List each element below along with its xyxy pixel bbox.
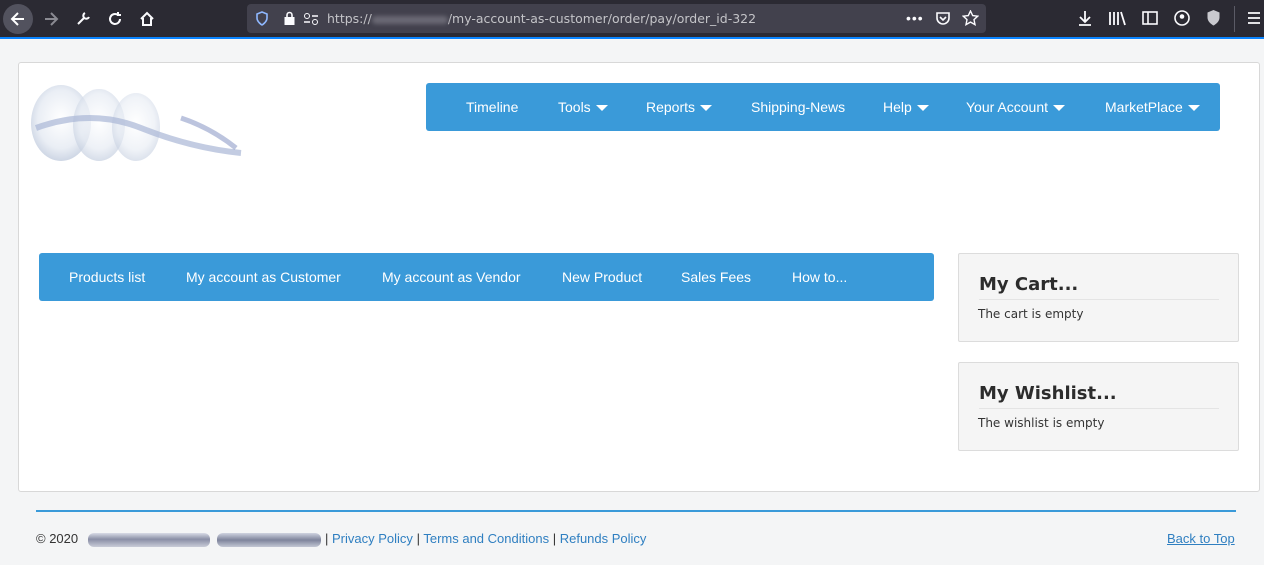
caret-down-icon: [1187, 105, 1200, 112]
cart-status: The cart is empty: [978, 307, 1084, 321]
home-button[interactable]: [132, 4, 162, 34]
home-icon: [140, 11, 154, 26]
nav-tools[interactable]: Tools: [558, 83, 608, 131]
cart-widget: My Cart... The cart is empty: [958, 253, 1239, 342]
privacy-policy-link[interactable]: Privacy Policy: [332, 531, 413, 546]
nav-tools-label: Tools: [558, 99, 591, 115]
nav-shipping-news[interactable]: Shipping-News: [751, 83, 845, 131]
page-container: Timeline Tools Reports Shipping-News Hel…: [18, 62, 1260, 492]
lock-icon: [284, 11, 295, 25]
terms-link[interactable]: Terms and Conditions: [423, 531, 549, 546]
nav-timeline[interactable]: Timeline: [466, 83, 518, 131]
subnav-new-product[interactable]: New Product: [562, 253, 642, 301]
footer-separator: |: [552, 531, 557, 546]
wishlist-status: The wishlist is empty: [978, 416, 1105, 430]
nav-help[interactable]: Help: [883, 83, 929, 131]
nav-your-account[interactable]: Your Account: [966, 83, 1065, 131]
footer-separator: |: [416, 531, 420, 546]
redacted-company-name: [87, 532, 210, 547]
url-text: https:// /my-account-as-customer/order/pa…: [327, 11, 756, 26]
nav-your-account-label: Your Account: [966, 99, 1048, 115]
nav-marketplace-label: MarketPlace: [1105, 99, 1183, 115]
sidebar-icon[interactable]: [1142, 10, 1158, 26]
subnav-account-customer[interactable]: My account as Customer: [186, 253, 341, 301]
page-actions-icon[interactable]: •••: [906, 10, 924, 26]
url-path: /my-account-as-customer/order/pay/order_…: [447, 11, 757, 26]
marketplace-subnav: Products list My account as Customer My …: [39, 253, 934, 301]
wrench-icon: [77, 12, 90, 25]
wishlist-divider: [979, 408, 1219, 409]
footer: © 2020 | Privacy Policy | Terms and Cond…: [36, 531, 646, 547]
extension-shield-icon[interactable]: [1206, 9, 1221, 27]
nav-marketplace[interactable]: MarketPlace: [1105, 83, 1200, 131]
subnav-products-list[interactable]: Products list: [69, 253, 145, 301]
arrow-left-icon: [10, 12, 24, 26]
subnav-sales-fees-label: Sales Fees: [681, 269, 752, 285]
forward-button[interactable]: [36, 4, 66, 34]
nav-timeline-label: Timeline: [466, 99, 519, 115]
caret-down-icon: [595, 105, 608, 112]
subnav-how-to-label: How to...: [792, 269, 848, 285]
address-bar[interactable]: https:// /my-account-as-customer/order/pa…: [247, 4, 986, 33]
redacted-company-name-2: [217, 532, 322, 547]
refunds-policy-link[interactable]: Refunds Policy: [560, 531, 647, 546]
pocket-icon[interactable]: [935, 11, 951, 26]
subnav-how-to[interactable]: How to...: [792, 253, 847, 301]
downloads-icon[interactable]: [1077, 10, 1093, 27]
subnav-account-vendor-label: My account as Vendor: [382, 269, 521, 285]
bookmark-star-icon[interactable]: [962, 10, 979, 26]
arrow-right-icon: [45, 12, 59, 26]
subnav-sales-fees[interactable]: Sales Fees: [681, 253, 751, 301]
library-icon[interactable]: [1108, 10, 1126, 26]
wishlist-title: My Wishlist...: [979, 383, 1117, 404]
footer-separator: |: [325, 531, 329, 546]
cart-title: My Cart...: [979, 274, 1079, 295]
cart-divider: [979, 299, 1219, 300]
caret-down-icon: [1053, 105, 1065, 112]
hamburger-menu-icon[interactable]: [1246, 10, 1262, 26]
main-nav: Timeline Tools Reports Shipping-News Hel…: [426, 83, 1220, 131]
subnav-account-customer-label: My account as Customer: [186, 269, 341, 285]
nav-reports[interactable]: Reports: [646, 83, 713, 131]
subnav-account-vendor[interactable]: My account as Vendor: [382, 253, 521, 301]
url-scheme: https://: [327, 11, 372, 26]
account-icon[interactable]: [1174, 10, 1190, 26]
subnav-new-product-label: New Product: [562, 269, 643, 285]
toolbar-divider: [1234, 6, 1235, 32]
wishlist-widget: My Wishlist... The wishlist is empty: [958, 362, 1239, 451]
tracking-shield-icon: [256, 11, 268, 26]
nav-reports-label: Reports: [646, 99, 696, 115]
back-to-top-link[interactable]: Back to Top: [1167, 531, 1235, 546]
footer-divider: [36, 510, 1236, 512]
redacted-domain: [371, 15, 448, 24]
reload-icon: [109, 12, 121, 25]
permissions-icon: [304, 13, 318, 25]
browser-toolbar: https:// /my-account-as-customer/order/pa…: [0, 0, 1264, 39]
reload-button[interactable]: [100, 4, 130, 34]
nav-shipping-news-label: Shipping-News: [751, 99, 846, 115]
caret-down-icon: [916, 105, 929, 112]
subnav-products-list-label: Products list: [69, 269, 146, 285]
customize-button[interactable]: [68, 4, 98, 34]
site-logo[interactable]: [31, 73, 246, 168]
caret-down-icon: [700, 105, 713, 112]
nav-help-label: Help: [883, 99, 912, 115]
back-button[interactable]: [3, 4, 33, 34]
copyright-text: © 2020: [36, 531, 79, 546]
